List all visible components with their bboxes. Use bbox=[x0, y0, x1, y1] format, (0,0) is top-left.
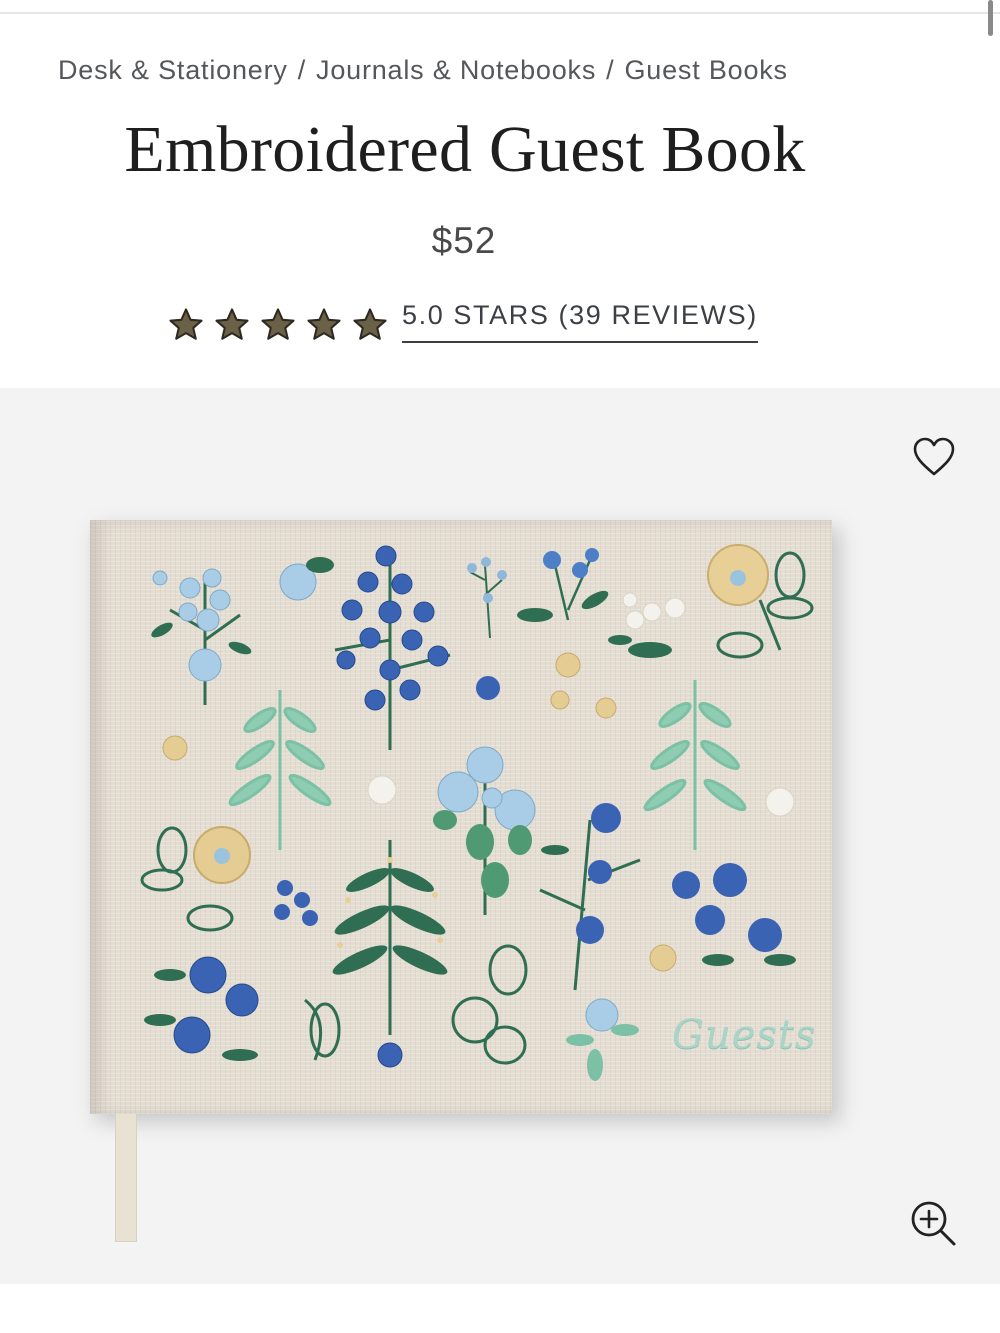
breadcrumb-guest-books[interactable]: Guest Books bbox=[624, 55, 787, 85]
product-price: $52 bbox=[431, 220, 497, 261]
bookmark-ribbon bbox=[115, 1110, 137, 1242]
breadcrumb-separator: / bbox=[606, 55, 615, 85]
rating-stars bbox=[168, 308, 388, 342]
product-image[interactable]: Guests bbox=[90, 520, 832, 1114]
breadcrumb-desk-stationery[interactable]: Desk & Stationery bbox=[58, 55, 288, 85]
star-icon bbox=[261, 308, 295, 340]
breadcrumb-separator: / bbox=[297, 55, 307, 85]
product-rating: 5.0 STARS (39 REVIEWS) bbox=[168, 300, 758, 352]
top-divider bbox=[0, 12, 1000, 14]
star-icon bbox=[169, 308, 203, 340]
reviews-link[interactable]: 5.0 STARS (39 REVIEWS) bbox=[402, 300, 758, 343]
scrollbar-thumb[interactable] bbox=[988, 0, 993, 36]
product-title: Embroidered Guest Book bbox=[124, 113, 806, 186]
zoom-in-icon[interactable] bbox=[908, 1198, 958, 1248]
star-icon bbox=[215, 308, 249, 340]
page-footer-space bbox=[0, 1284, 1000, 1333]
star-icon bbox=[307, 308, 341, 340]
breadcrumb-journals-notebooks[interactable]: Journals & Notebooks bbox=[316, 55, 596, 85]
cover-guests-script: Guests bbox=[672, 1012, 817, 1058]
star-icon bbox=[353, 308, 387, 340]
breadcrumb: Desk & Stationery / Journals & Notebooks / G… bbox=[58, 55, 788, 86]
heart-outline-icon[interactable] bbox=[912, 436, 956, 478]
